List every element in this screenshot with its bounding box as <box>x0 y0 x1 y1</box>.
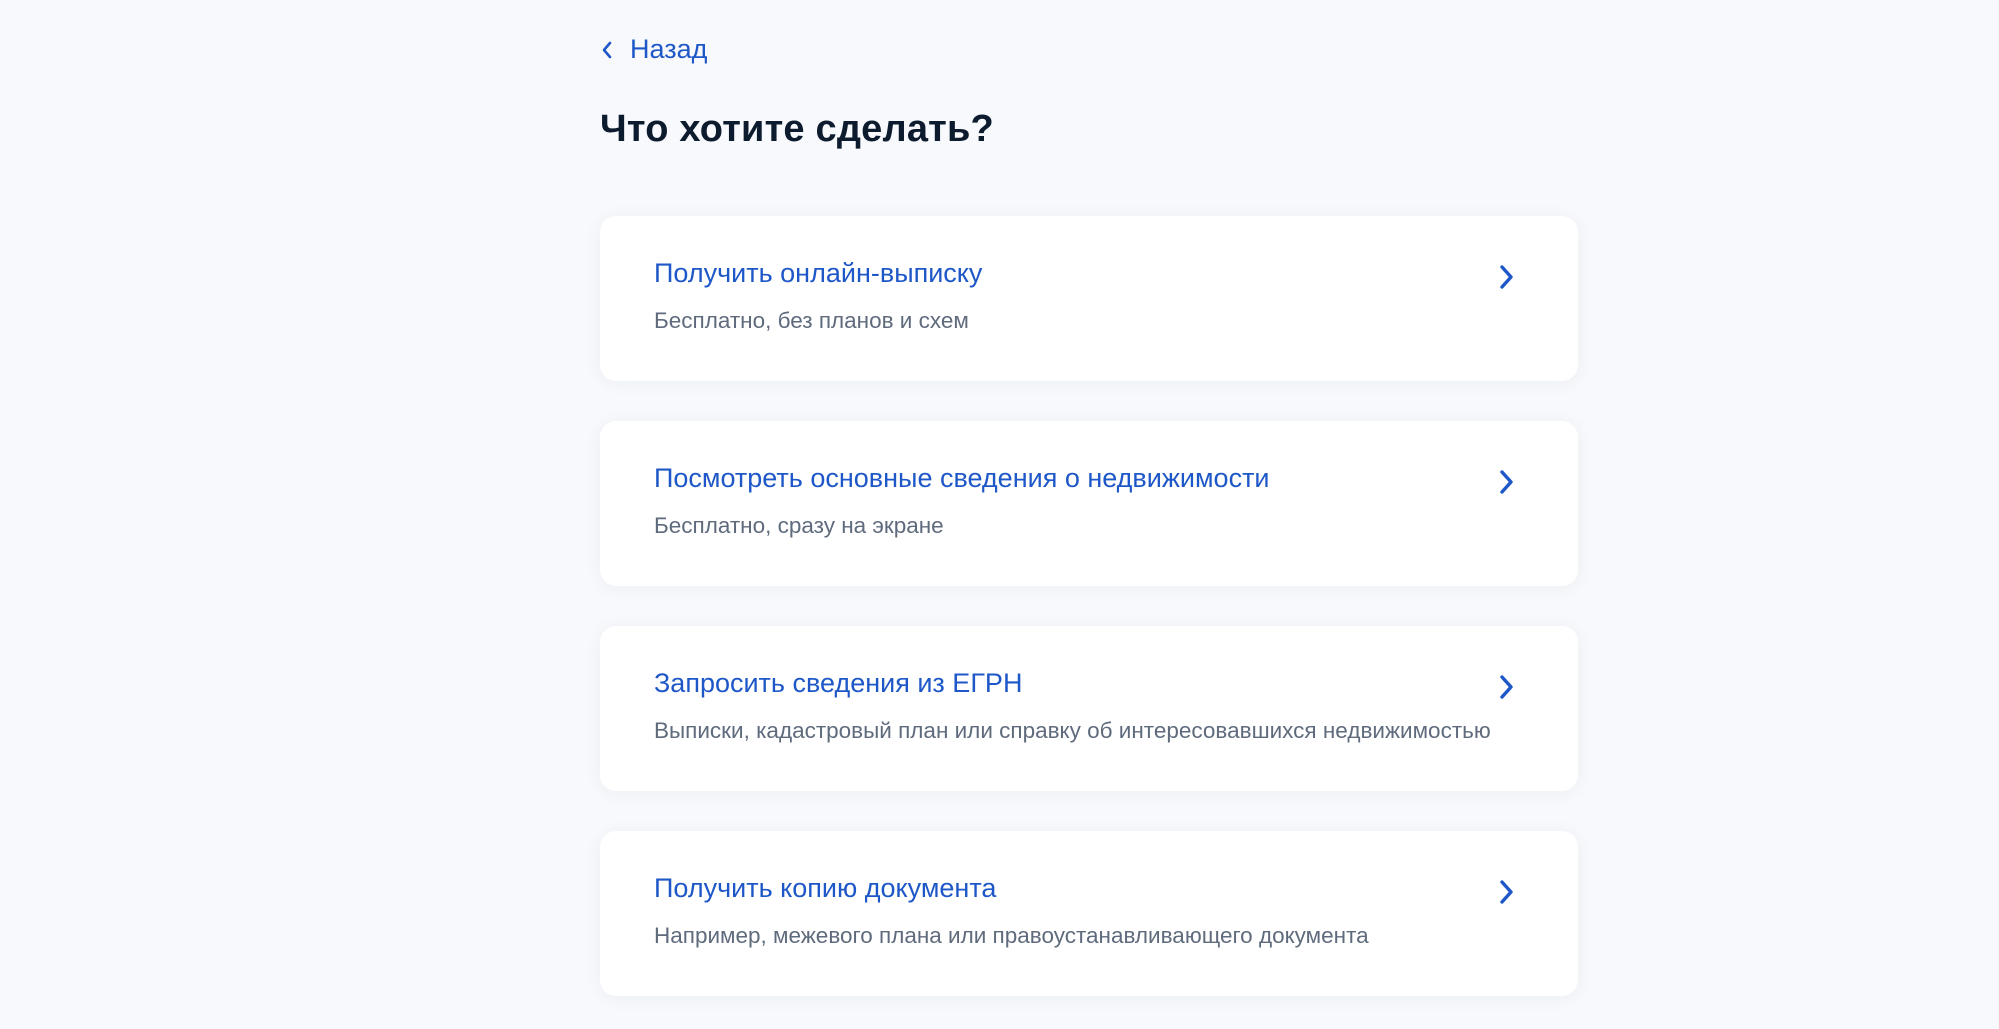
options-list: Получить онлайн-выписку Бесплатно, без п… <box>600 216 1578 996</box>
option-card-document-copy[interactable]: Получить копию документа Например, межев… <box>600 831 1578 996</box>
chevron-right-icon <box>1498 672 1516 702</box>
option-card-online-extract[interactable]: Получить онлайн-выписку Бесплатно, без п… <box>600 216 1578 381</box>
option-subtitle: Бесплатно, без планов и схем <box>654 308 969 333</box>
back-link-label: Назад <box>630 34 708 64</box>
option-title: Посмотреть основные сведения о недвижимо… <box>654 463 1270 493</box>
option-card-basic-info[interactable]: Посмотреть основные сведения о недвижимо… <box>600 421 1578 586</box>
option-title: Получить копию документа <box>654 873 997 903</box>
option-subtitle: Бесплатно, сразу на экране <box>654 513 944 538</box>
option-subtitle: Выписки, кадастровый план или справку об… <box>654 718 1491 743</box>
chevron-left-icon <box>600 39 614 61</box>
chevron-right-icon <box>1498 877 1516 907</box>
option-title: Получить онлайн-выписку <box>654 258 983 288</box>
chevron-right-icon <box>1498 262 1516 292</box>
back-link[interactable]: Назад <box>600 34 707 65</box>
option-subtitle: Например, межевого плана или правоустана… <box>654 923 1369 948</box>
chevron-right-icon <box>1498 467 1516 497</box>
option-card-egrn-request[interactable]: Запросить сведения из ЕГРН Выписки, када… <box>600 626 1578 791</box>
option-title: Запросить сведения из ЕГРН <box>654 668 1023 698</box>
page-title: Что хотите сделать? <box>600 108 994 150</box>
